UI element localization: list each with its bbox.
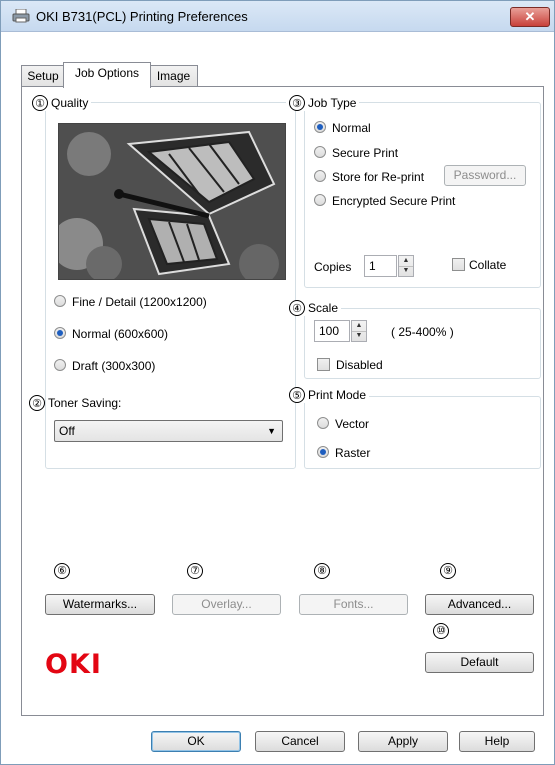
job-type-normal-label: Normal [332, 121, 371, 135]
scale-input[interactable]: 100 [314, 320, 350, 342]
ok-button[interactable]: OK [151, 731, 241, 752]
tab-setup[interactable]: Setup [21, 65, 65, 86]
collate-label: Collate [469, 258, 507, 272]
advanced-button[interactable]: Advanced... [425, 594, 534, 615]
print-mode-raster-label: Raster [335, 446, 371, 460]
print-mode-vector-label: Vector [335, 417, 370, 431]
fonts-button[interactable]: Fonts... [299, 594, 408, 615]
toner-saving-title: Toner Saving: [48, 396, 122, 410]
window-title: OKI B731(PCL) Printing Preferences [36, 9, 248, 24]
toner-saving-label: ② Toner Saving: [29, 395, 121, 411]
callout-6: ⑥ [54, 563, 70, 579]
close-button[interactable]: ✕ [510, 7, 550, 27]
callout-10: ⑩ [433, 623, 449, 639]
quality-legend: ① Quality [29, 95, 92, 111]
radio-normal-quality[interactable] [54, 327, 66, 339]
quality-title: Quality [51, 96, 89, 110]
copies-label: Copies [314, 260, 352, 274]
job-type-encrypted-label: Encrypted Secure Print [332, 194, 456, 208]
spin-down-icon[interactable]: ▼ [399, 266, 413, 276]
radio-raster[interactable] [317, 446, 329, 458]
radio-draft[interactable] [54, 359, 66, 371]
scale-disabled-label: Disabled [336, 358, 383, 372]
callout-8: ⑧ [314, 563, 330, 579]
print-mode-legend: ⑤ Print Mode [286, 387, 370, 403]
printer-icon [12, 9, 30, 23]
callout-3: ③ [289, 95, 305, 111]
job-type-title: Job Type [308, 96, 357, 110]
quality-option-fine-label: Fine / Detail (1200x1200) [72, 295, 207, 309]
tab-job-options[interactable]: Job Options [63, 62, 151, 88]
tab-image[interactable]: Image [149, 65, 198, 86]
collate-checkbox[interactable] [452, 258, 465, 271]
cancel-button[interactable]: Cancel [255, 731, 345, 752]
job-type-store-reprint-label: Store for Re-print [332, 170, 425, 184]
help-button[interactable]: Help [459, 731, 535, 752]
callout-7: ⑦ [187, 563, 203, 579]
apply-button[interactable]: Apply [358, 731, 448, 752]
radio-fine[interactable] [54, 295, 66, 307]
oki-logo: OKI [45, 649, 102, 680]
radio-store-reprint[interactable] [314, 170, 326, 182]
quality-option-normal-label: Normal (600x600) [72, 327, 169, 341]
scale-spinner[interactable]: ▲ ▼ [351, 320, 367, 342]
job-type-secure-print-label: Secure Print [332, 146, 399, 160]
tab-strip: Setup Job Options Image [21, 62, 541, 88]
chevron-down-icon: ▼ [267, 426, 276, 436]
copies-spinner[interactable]: ▲ ▼ [398, 255, 414, 277]
radio-secure-print[interactable] [314, 146, 326, 158]
callout-1: ① [32, 95, 48, 111]
callout-4: ④ [289, 300, 305, 316]
password-button[interactable]: Password... [444, 165, 526, 186]
radio-job-normal[interactable] [314, 121, 326, 133]
print-mode-title: Print Mode [308, 388, 367, 402]
callout-5: ⑤ [289, 387, 305, 403]
preferences-window: OKI B731(PCL) Printing Preferences ✕ Set… [0, 0, 555, 765]
overlay-button[interactable]: Overlay... [172, 594, 281, 615]
scale-range-text: ( 25-400% ) [391, 325, 454, 339]
scale-legend: ④ Scale [286, 300, 342, 316]
title-bar[interactable]: OKI B731(PCL) Printing Preferences ✕ [1, 1, 554, 32]
callout-9: ⑨ [440, 563, 456, 579]
spin-down-icon[interactable]: ▼ [352, 331, 366, 341]
scale-disabled-checkbox[interactable] [317, 358, 330, 371]
radio-encrypted[interactable] [314, 194, 326, 206]
quality-preview-image [58, 123, 286, 280]
butterfly-image [59, 124, 285, 279]
radio-vector[interactable] [317, 417, 329, 429]
quality-option-draft-label: Draft (300x300) [72, 359, 156, 373]
toner-saving-value: Off [59, 424, 75, 438]
watermarks-button[interactable]: Watermarks... [45, 594, 155, 615]
copies-input[interactable]: 1 [364, 255, 397, 277]
job-type-legend: ③ Job Type [286, 95, 360, 111]
scale-title: Scale [308, 301, 339, 315]
callout-2: ② [29, 395, 45, 411]
default-button[interactable]: Default [425, 652, 534, 673]
toner-saving-select[interactable]: Off ▼ [54, 420, 283, 442]
